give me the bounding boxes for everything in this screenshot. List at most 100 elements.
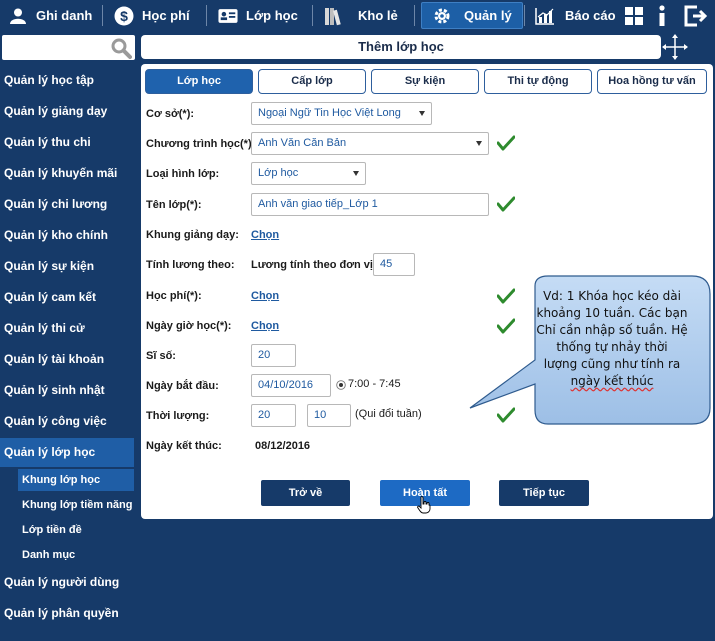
nav-divider [312,5,313,26]
chevron-down-icon [419,111,425,116]
sidebar-search-input[interactable] [2,35,135,60]
tinh-luong-text: Lương tính theo đơn vị [251,259,373,271]
nav-label: Kho lẻ [358,8,398,23]
sidebar-item-thi-cu[interactable]: Quản lý thi cử [0,314,134,343]
callout-line: Chỉ cần nhập số tuần. Hệ [536,323,688,337]
logout-icon[interactable] [684,0,708,31]
chuong-trinh-value: Anh Văn Căn Bản [258,137,347,149]
chevron-down-icon [476,141,482,146]
top-navigation: Ghi danh $ Học phí Lớp học Kho lẻ Quản l… [0,0,715,31]
nav-label: Ghi danh [36,8,93,23]
tinh-luong-label: Tính lương theo: [146,259,235,271]
nav-lop-hoc[interactable]: Lớp học [218,0,298,31]
loai-hinh-select[interactable]: Lớp học [251,162,366,185]
nav-divider [102,5,103,26]
sidebar-subitem-khung-lop-hoc[interactable]: Khung lớp học [18,469,134,491]
ten-lop-label: Tên lớp(*): [146,199,202,211]
hand-cursor-icon [417,496,431,519]
nav-ghi-danh[interactable]: Ghi danh [8,0,92,31]
hoc-phi-label: Học phí(*): [146,290,202,302]
thoi-luong-label: Thời lượng: [146,410,210,422]
thoi-luong-note: (Qui đổi tuần) [355,408,422,420]
callout-line: Vd: 1 Khóa học kéo dài [543,289,681,303]
sidebar-item-giang-day[interactable]: Quản lý giảng dạy [0,97,134,126]
hoc-phi-link[interactable]: Chọn [251,290,279,302]
page-title: Thêm lớp học [141,35,661,59]
ngay-ket-thuc-label: Ngày kết thúc: [146,440,222,452]
sidebar-item-phan-quyen[interactable]: Quản lý phân quyền [0,599,134,628]
tab-thi-tu-dong[interactable]: Thi tự động [484,69,592,94]
callout-line: ngày kết thúc [570,374,654,388]
ten-lop-input[interactable]: Anh văn giao tiếp_Lớp 1 [251,193,489,216]
check-icon [496,196,516,217]
sidebar-item-lop-hoc[interactable]: Quản lý lớp học [0,438,134,467]
nav-quan-ly[interactable]: Quản lý [421,2,523,29]
nav-hoc-phi[interactable]: $ Học phí [114,0,190,31]
nav-label: Học phí [142,8,190,23]
tab-cap-lop[interactable]: Cấp lớp [258,69,366,94]
grid-icon[interactable] [624,0,644,31]
thoi-luong-weeks-input[interactable]: 10 [307,404,351,427]
sidebar-item-cong-viec[interactable]: Quản lý công việc [0,407,134,436]
dollar-icon: $ [114,6,134,26]
sidebar-item-khuyen-mai[interactable]: Quản lý khuyến mãi [0,159,134,188]
chuong-trinh-select[interactable]: Anh Văn Căn Bản [251,132,489,155]
ngay-gio-hoc-label: Ngày giờ học(*): [146,320,232,332]
books-icon [324,6,344,26]
svg-text:$: $ [120,8,128,24]
khung-giang-day-link[interactable]: Chọn [251,229,279,241]
callout-line: khoảng 10 tuần. Các bạn [536,306,688,320]
loai-hinh-label: Loại hình lớp: [146,168,220,180]
sidebar-item-tai-khoan[interactable]: Quản lý tài khoản [0,345,134,374]
sidebar-item-nguoi-dung[interactable]: Quản lý người dùng [0,568,134,597]
tab-su-kien[interactable]: Sự kiện [371,69,479,94]
ngay-bat-dau-label: Ngày bắt đầu: [146,380,219,392]
ngay-gio-hoc-link[interactable]: Chọn [251,320,279,332]
back-button[interactable]: Trở về [261,480,350,506]
si-so-input[interactable]: 20 [251,344,296,367]
bar-chart-icon [535,6,555,26]
sidebar-item-thu-chi[interactable]: Quản lý thu chi [0,128,134,157]
callout-line: thống tự nhảy thời [556,340,668,354]
nav-divider [206,5,207,26]
chevron-down-icon [353,171,359,176]
nav-divider [414,5,415,26]
ngay-ket-thuc-value: 08/12/2016 [255,440,311,452]
sidebar-item-sinh-nhat[interactable]: Quản lý sinh nhật [0,376,134,405]
tab-hoa-hong-tu-van[interactable]: Hoa hồng tư vấn [597,69,707,94]
sidebar-subitem-khung-lop-tiem-nang[interactable]: Khung lớp tiềm năng [18,494,134,516]
nav-divider [524,5,525,26]
co-so-label: Cơ sở(*): [146,108,195,120]
radio-icon[interactable] [336,377,346,395]
nav-label: Quản lý [464,8,512,23]
sidebar-item-chi-luong[interactable]: Quản lý chi lương [0,190,134,219]
nav-label: Báo cáo [565,8,616,23]
tab-lop-hoc[interactable]: Lớp học [145,69,253,94]
khung-giang-day-label: Khung giảng dạy: [146,229,239,241]
sidebar-item-cam-ket[interactable]: Quản lý cam kết [0,283,134,312]
callout-text: Vd: 1 Khóa học kéo dài khoảng 10 tuần. C… [527,288,697,390]
sidebar-subitem-danh-muc[interactable]: Danh mục [18,544,134,566]
sidebar-subitem-lop-tien-de[interactable]: Lớp tiền đề [18,519,134,541]
info-icon[interactable] [657,0,667,31]
co-so-select[interactable]: Ngoại Ngữ Tin Học Việt Long [251,102,432,125]
ngay-bat-dau-input[interactable]: 04/10/2016 [251,374,331,397]
search-icon[interactable] [110,37,132,64]
nav-label: Lớp học [246,8,298,23]
nav-bao-cao[interactable]: Báo cáo [535,0,616,31]
check-icon [496,135,516,156]
co-so-value: Ngoại Ngữ Tin Học Việt Long [258,107,401,119]
thoi-luong-input[interactable]: 20 [251,404,296,427]
nav-kho-le[interactable]: Kho lẻ [324,0,398,31]
ngay-bat-dau-time: 7:00 - 7:45 [348,378,401,390]
move-icon[interactable] [660,33,690,66]
next-button[interactable]: Tiếp tục [499,480,589,506]
callout-line: lượng cũng như tính ra [543,357,681,371]
chuong-trinh-label: Chương trình học(*): [146,138,256,150]
tinh-luong-input[interactable]: 45 [373,253,415,276]
sidebar-item-su-kien[interactable]: Quản lý sự kiện [0,252,134,281]
id-card-icon [218,6,238,26]
sidebar-item-kho-chinh[interactable]: Quản lý kho chính [0,221,134,250]
gear-icon [432,6,452,26]
sidebar-item-hoc-tap[interactable]: Quản lý học tập [0,66,134,95]
